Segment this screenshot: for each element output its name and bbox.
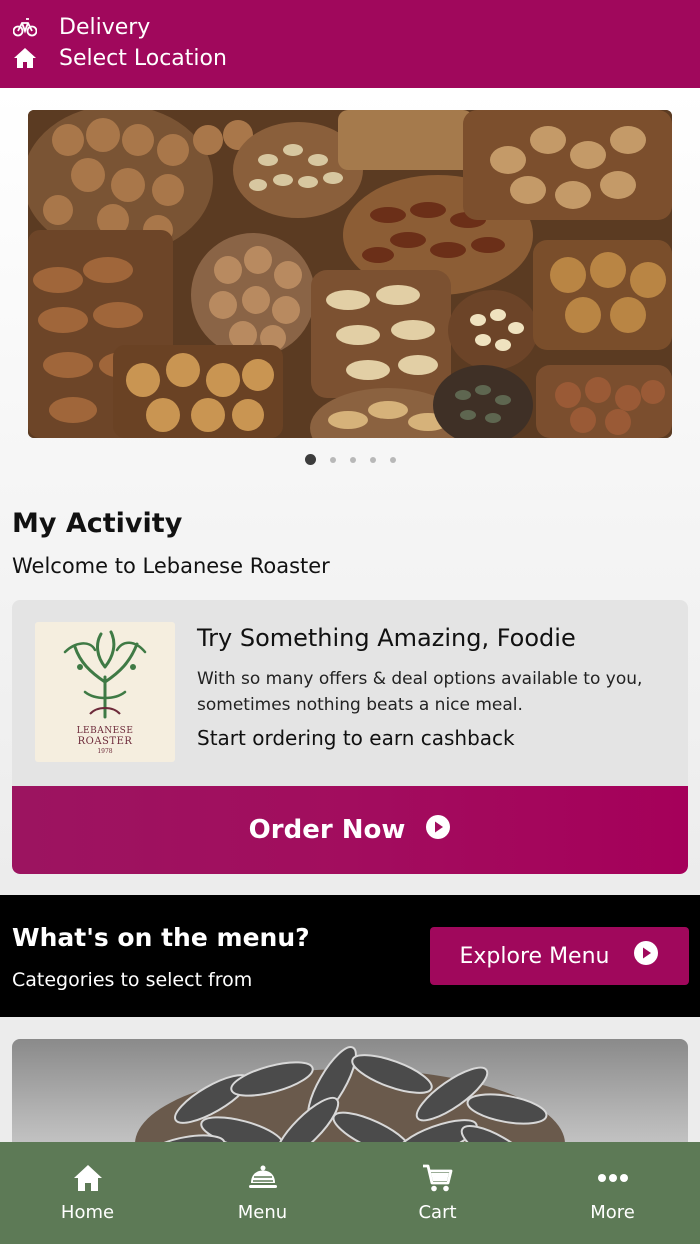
menu-section-subtitle: Categories to select from — [12, 969, 253, 991]
play-circle-icon — [633, 940, 659, 972]
carousel-indicators[interactable] — [0, 454, 700, 465]
order-now-button[interactable]: Order Now — [12, 786, 688, 874]
location-label: Select Location — [59, 45, 227, 71]
carousel-dot[interactable] — [389, 456, 396, 463]
home-content[interactable]: My Activity Welcome to Lebanese Roaster … — [0, 88, 700, 1142]
home-icon — [72, 1162, 104, 1194]
cart-icon — [422, 1162, 454, 1194]
more-icon — [597, 1162, 629, 1194]
welcome-text: Welcome to Lebanese Roaster — [12, 554, 330, 578]
food-cloche-icon — [248, 1162, 278, 1194]
nuts-banner-image[interactable] — [28, 110, 672, 438]
cashback-text: Start ordering to earn cashback — [197, 726, 515, 750]
category-card-seeds[interactable] — [12, 1039, 688, 1142]
select-location-button[interactable]: Select Location — [12, 45, 227, 71]
brand-logo: LEBANESE ROASTER 1978 — [35, 622, 175, 762]
order-now-label: Order Now — [248, 815, 406, 845]
nav-item-menu[interactable]: Menu — [175, 1142, 350, 1244]
menu-section-title: What's on the menu? — [12, 923, 310, 952]
explore-menu-button[interactable]: Explore Menu — [430, 927, 689, 985]
offer-title: Try Something Amazing, Foodie — [197, 624, 576, 652]
bottom-navigation: Home Menu Cart More — [0, 1142, 700, 1244]
nav-item-home[interactable]: Home — [0, 1142, 175, 1244]
activity-title: My Activity — [12, 508, 183, 539]
logo-text-line1: LEBANESE — [76, 726, 134, 736]
nav-item-cart[interactable]: Cart — [350, 1142, 525, 1244]
carousel-dot[interactable] — [304, 454, 316, 465]
offer-card: LEBANESE ROASTER 1978 Try Something Amaz… — [12, 600, 688, 874]
logo-text-year: 1978 — [97, 748, 113, 755]
delivery-mode-selector[interactable]: Delivery — [12, 14, 150, 40]
play-circle-icon — [425, 814, 451, 847]
bicycle-icon — [12, 14, 38, 40]
nav-label-menu: Menu — [237, 1202, 288, 1223]
nav-label-home: Home — [60, 1202, 115, 1223]
nav-label-cart: Cart — [418, 1202, 457, 1223]
app-header: Delivery Select Location — [0, 0, 700, 88]
carousel-dot[interactable] — [369, 456, 376, 463]
explore-menu-label: Explore Menu — [459, 943, 610, 969]
carousel-dot[interactable] — [329, 456, 336, 463]
offer-description: With so many offers & deal options avail… — [197, 669, 643, 715]
home-icon — [12, 45, 38, 71]
nav-label-more: More — [590, 1202, 635, 1223]
logo-text-line2: ROASTER — [77, 736, 133, 747]
carousel-dot[interactable] — [349, 456, 356, 463]
menu-promo-strip: What's on the menu? Categories to select… — [0, 895, 700, 1017]
nav-item-more[interactable]: More — [525, 1142, 700, 1244]
delivery-mode-label: Delivery — [59, 14, 151, 40]
